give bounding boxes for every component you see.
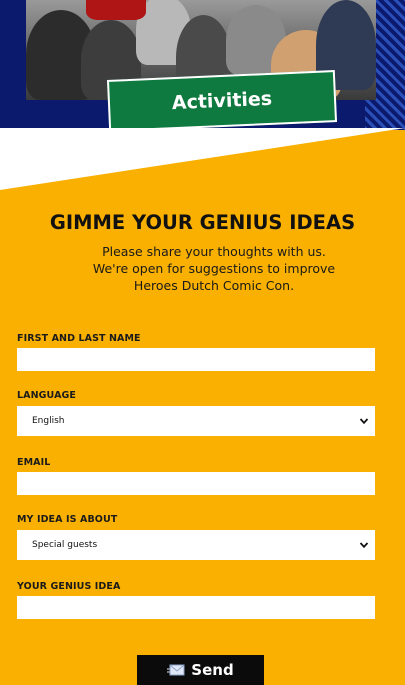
chevron-down-icon (359, 542, 369, 549)
name-label: FIRST AND LAST NAME (17, 333, 141, 344)
language-selected: English (32, 416, 65, 426)
language-label: LANGUAGE (17, 390, 77, 401)
activities-label: Activities (171, 87, 273, 115)
activities-banner[interactable]: Activities (106, 70, 338, 130)
name-input[interactable] (17, 348, 375, 371)
email-input[interactable] (17, 472, 375, 495)
email-label: EMAIL (17, 457, 51, 468)
language-select[interactable]: English (17, 406, 375, 436)
send-label: Send (191, 661, 234, 679)
chevron-down-icon (359, 418, 369, 425)
send-button[interactable]: Send (137, 655, 264, 685)
idea-label: YOUR GENIUS IDEA (17, 581, 121, 592)
topic-selected: Special guests (32, 540, 98, 550)
topic-label: MY IDEA IS ABOUT (17, 514, 118, 525)
envelope-icon (167, 664, 185, 676)
topic-select[interactable]: Special guests (17, 530, 375, 560)
hero-banner: Activities (0, 0, 405, 130)
page-title: GIMME YOUR GENIUS IDEAS (49, 211, 356, 234)
idea-input[interactable] (17, 596, 375, 619)
intro-text: Please share your thoughts with us. We'r… (92, 244, 336, 293)
decorative-wedge (0, 128, 405, 190)
